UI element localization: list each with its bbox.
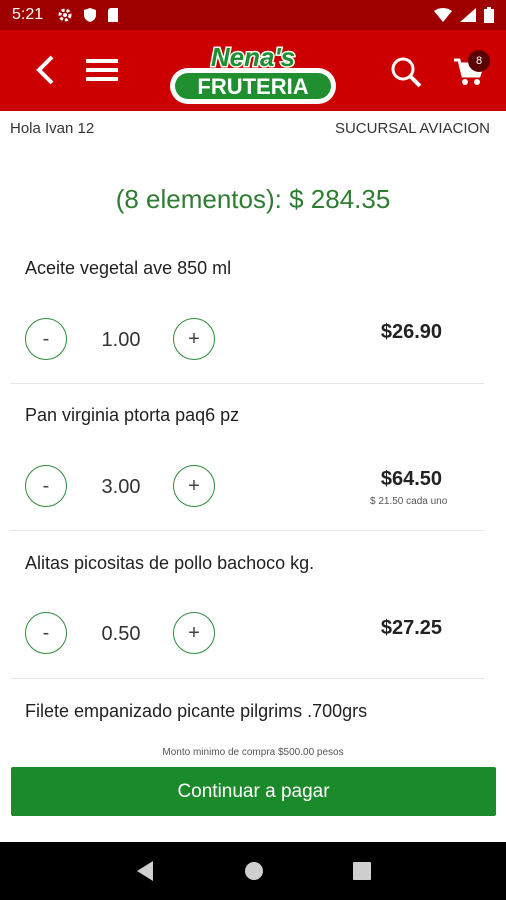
item-quantity: 3.00 — [101, 476, 141, 498]
sd-card-icon — [108, 8, 119, 22]
item-name: Pan virginia ptorta paq6 pz — [25, 405, 240, 425]
app-bar: Nena's FRUTERIA 8 — [0, 30, 506, 111]
cart-item: Alitas picositas de pollo bachoco kg. - … — [10, 553, 484, 679]
decrease-quantity-button[interactable]: - — [25, 612, 67, 654]
search-button[interactable] — [386, 52, 426, 92]
minimum-purchase-note: Monto minimo de compra $500.00 pesos — [162, 747, 344, 758]
cart-button[interactable]: 8 — [446, 50, 492, 92]
item-unit-price: $ 21.50 cada uno — [370, 496, 448, 507]
search-icon — [391, 57, 422, 88]
decrease-quantity-button[interactable]: - — [25, 465, 67, 507]
logo-bottom-text: FRUTERIA — [197, 74, 308, 99]
item-name: Aceite vegetal ave 850 ml — [25, 258, 232, 278]
item-name: Filete empanizado picante pilgrims .700g… — [25, 701, 368, 721]
status-left-icons — [57, 7, 119, 23]
decrease-quantity-button[interactable]: - — [25, 318, 67, 360]
cart-item: Aceite vegetal ave 850 ml - 1.00 + $26.9… — [10, 258, 484, 384]
item-price: $27.25 — [380, 617, 442, 639]
nenas-fruteria-logo: Nena's FRUTERIA — [168, 41, 338, 106]
signal-icon — [460, 8, 476, 22]
back-button[interactable] — [28, 50, 62, 90]
nav-home-icon[interactable] — [244, 861, 264, 881]
nav-back-icon[interactable] — [135, 860, 155, 882]
back-arrow-icon — [36, 55, 54, 85]
item-price: $26.90 — [380, 321, 442, 343]
greeting-text: Hola Ivan 12 — [10, 120, 95, 137]
wifi-icon — [434, 8, 452, 22]
navigation-bar — [0, 842, 506, 900]
item-price: $64.50 — [380, 468, 442, 490]
cart-count-badge: 8 — [468, 50, 490, 72]
cart-item: Filete empanizado picante pilgrims .700g… — [10, 701, 484, 741]
battery-icon — [484, 7, 494, 23]
shield-icon — [84, 8, 97, 22]
hamburger-icon — [86, 59, 118, 81]
branch-text: SUCURSAL AVIACION — [334, 120, 490, 137]
menu-button[interactable] — [84, 50, 120, 90]
increase-quantity-button[interactable]: + — [173, 465, 215, 507]
nav-recents-icon[interactable] — [353, 862, 372, 880]
logo-top-text: Nena's — [211, 42, 295, 72]
cart-item: Pan virginia ptorta paq6 pz - 3.00 + $64… — [10, 405, 484, 531]
cart-summary: (8 elementos): $ 284.35 — [115, 184, 391, 214]
item-quantity: 0.50 — [101, 623, 141, 645]
increase-quantity-button[interactable]: + — [173, 318, 215, 360]
increase-quantity-button[interactable]: + — [173, 612, 215, 654]
item-name: Alitas picositas de pollo bachoco kg. — [25, 553, 315, 573]
status-time: 5:21 — [12, 6, 44, 23]
info-row: Hola Ivan 12 SUCURSAL AVIACION — [10, 120, 490, 137]
gear-icon — [58, 8, 72, 22]
item-quantity: 1.00 — [101, 329, 141, 351]
continue-to-pay-button[interactable]: Continuar a pagar — [11, 767, 496, 816]
status-bar: 5:21 — [0, 0, 506, 30]
status-right-icons — [434, 7, 494, 23]
